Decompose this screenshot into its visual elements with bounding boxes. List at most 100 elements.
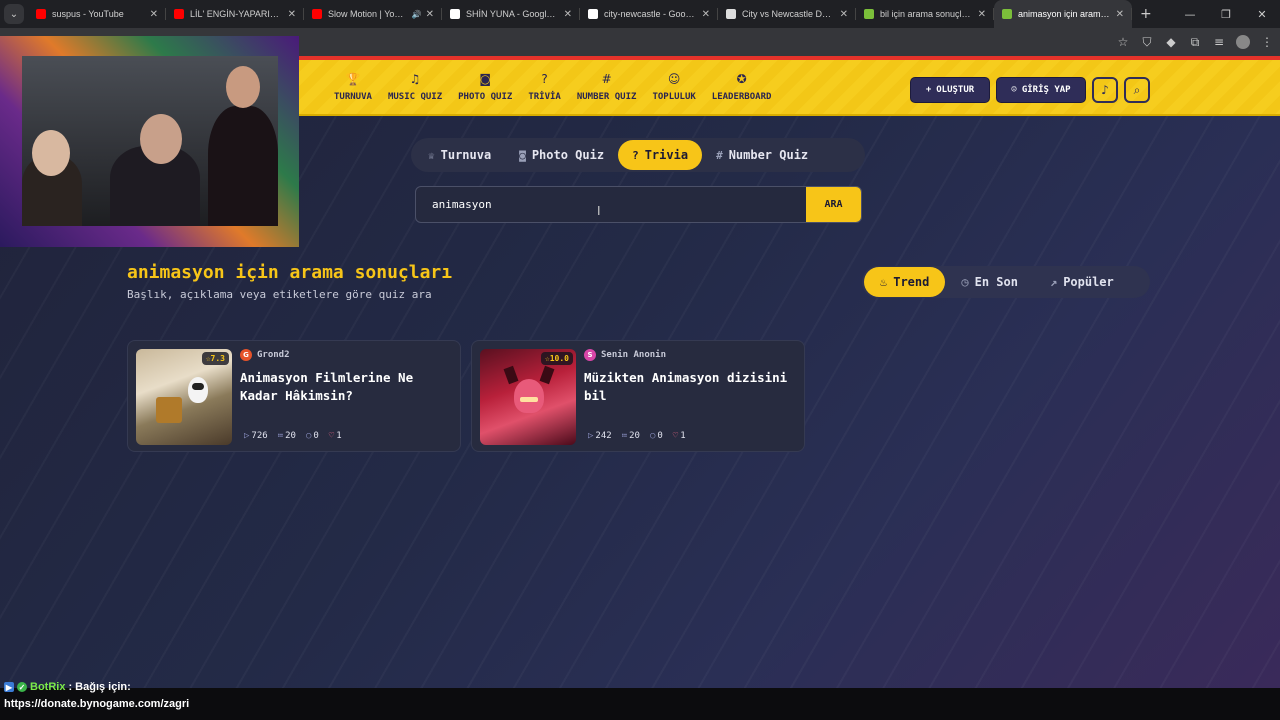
tab-number-quiz[interactable]: # Number Quiz <box>702 140 822 170</box>
tab-favicon-icon <box>312 9 322 19</box>
profile-avatar[interactable] <box>1236 35 1250 49</box>
login-button[interactable]: ☺ GİRİŞ YAP <box>996 77 1086 103</box>
tab-close-icon[interactable]: ✕ <box>1116 9 1124 20</box>
results-subtitle: Başlık, açıklama veya etiketlere göre qu… <box>127 288 432 301</box>
sort-tab-popüler[interactable]: ↗ Popüler <box>1034 267 1130 297</box>
author[interactable]: G Grond2 <box>240 349 290 361</box>
main-nav: 🏆 TURNUVA ♫ MUSIC QUIZ ◙ PHOTO QUIZ? TRİVİA # NU… <box>326 70 779 102</box>
author-name: Grond2 <box>257 350 290 360</box>
plays-count: 242 <box>595 431 612 441</box>
puzzle-extension-icon[interactable]: ⧉ <box>1188 35 1202 50</box>
quiz-title[interactable]: Animasyon Filmlerine Ne Kadar Hâkimsin? <box>240 369 450 405</box>
tab-title: Slow Motion | YouTub... <box>328 9 408 19</box>
browser-tab[interactable]: City vs Newcastle Değerle... ✕ <box>718 0 856 28</box>
tab-search-icon[interactable]: ⌄ <box>4 4 24 24</box>
clock-icon: ◷ <box>961 275 969 289</box>
search-form: ARA <box>415 186 862 223</box>
tab-favicon-icon <box>726 9 736 19</box>
bot-name: BotRix <box>30 681 66 693</box>
tab-turnuva[interactable]: ♕ Turnuva <box>414 140 505 170</box>
tab-trivia[interactable]: ? Trivia <box>618 140 703 170</box>
donate-url: https://donate.bynogame.com/zagri <box>4 698 190 710</box>
tab-favicon-icon <box>36 9 46 19</box>
quiz-thumbnail: ☆7.3 <box>136 349 232 445</box>
sort-tab-trend[interactable]: ♨ Trend <box>864 267 946 297</box>
nav-item-label: MUSIC QUIZ <box>387 92 443 102</box>
shield-extension-icon[interactable]: ⛉ <box>1140 35 1154 50</box>
nav-item-turnuva[interactable]: 🏆 TURNUVA <box>326 70 380 102</box>
nav-item-label: TRİVİA <box>528 92 561 102</box>
minimize-icon[interactable]: — <box>1172 8 1208 21</box>
bell-icon[interactable]: ♪ <box>1092 77 1118 103</box>
window-controls: — ❐ ✕ <box>1172 0 1280 28</box>
author[interactable]: S Senin Anonin <box>584 349 666 361</box>
plays-count: 726 <box>251 431 268 441</box>
browser-tab[interactable]: LİL' ENGİN-YAPARIM DE... ✕ <box>166 0 304 28</box>
maximize-icon[interactable]: ❐ <box>1208 8 1244 21</box>
tab-close-icon[interactable]: ✕ <box>702 9 710 20</box>
tab-label: Turnuva <box>440 148 492 162</box>
tab-close-icon[interactable]: ✕ <box>426 9 434 20</box>
new-tab-icon[interactable]: + <box>1140 6 1152 22</box>
quiz-card[interactable]: ☆7.3 G Grond2 Animasyon Filmlerine Ne Ka… <box>127 340 461 452</box>
tab-favicon-icon <box>1002 9 1012 19</box>
comment-icon: ○ <box>305 431 312 441</box>
nav-item-photo-quiz[interactable]: ◙ PHOTO QUIZ <box>450 70 520 102</box>
close-window-icon[interactable]: ✕ <box>1244 8 1280 21</box>
list-icon: ≔ <box>277 431 284 441</box>
search-input[interactable] <box>416 187 808 222</box>
comments-count: 0 <box>657 431 663 441</box>
search-button[interactable]: ARA <box>806 187 861 222</box>
comments-stat: ○ 0 <box>306 431 319 441</box>
nav-item-label: TOPLULUK <box>652 92 696 102</box>
browser-tab[interactable]: bil için arama sonuçları -... ✕ <box>856 0 994 28</box>
likes-stat: ♡ 1 <box>673 431 686 441</box>
plus-icon: + <box>925 85 932 95</box>
menu-dots-icon[interactable]: ⋮ <box>1260 35 1274 49</box>
browser-tab[interactable]: Slow Motion | YouTub... 🔊 ✕ <box>304 0 442 28</box>
nav-item-label: PHOTO QUIZ <box>458 92 513 102</box>
quiz-mode-tabs: ♕ Turnuva ◙ Photo Quiz? Trivia # Number Quiz <box>411 138 865 172</box>
tab-close-icon[interactable]: ✕ <box>150 9 158 20</box>
hash-icon: # <box>601 72 612 86</box>
tab-close-icon[interactable]: ✕ <box>978 9 986 20</box>
diamond-extension-icon[interactable]: ◆ <box>1164 35 1178 49</box>
create-button-label: OLUŞTUR <box>936 85 975 95</box>
browser-tab[interactable]: suspus - YouTube ✕ <box>28 0 166 28</box>
nav-item-tri̇vi̇a[interactable]: ? TRİVİA <box>520 70 569 102</box>
nav-item-topluluk[interactable]: ☺ TOPLULUK <box>644 70 703 102</box>
search-icon[interactable]: ⌕ <box>1124 77 1150 103</box>
author-avatar: S <box>584 349 596 361</box>
users-icon: ☺ <box>667 72 681 86</box>
trending-icon: ↗ <box>1049 275 1058 289</box>
media-control-icon[interactable]: ≡ <box>1212 35 1226 49</box>
browser-tab[interactable]: city-newcastle - Google'd... ✕ <box>580 0 718 28</box>
tab-title: City vs Newcastle Değerle... <box>742 9 836 19</box>
nav-item-music-quiz[interactable]: ♫ MUSIC QUIZ <box>380 70 450 102</box>
tab-label: Trivia <box>644 148 689 162</box>
bookmark-star-icon[interactable]: ☆ <box>1116 35 1130 49</box>
browser-tab[interactable]: SHİN YUNA - Google'da A... ✕ <box>442 0 580 28</box>
person-face <box>226 66 260 108</box>
quiz-stats: ▷ 242 ≔ 20 ○ 0 ♡ 1 <box>588 431 686 441</box>
person-face <box>140 114 182 164</box>
questions-count: 20 <box>285 431 296 441</box>
create-button[interactable]: + OLUŞTUR <box>910 77 990 103</box>
sort-tab-en-son[interactable]: ◷ En Son <box>945 267 1034 297</box>
quiz-card[interactable]: ☆10.0 S Senin Anonin Müzikten Animasyon … <box>471 340 805 452</box>
camera-icon: ◙ <box>519 148 526 162</box>
tab-photo-quiz[interactable]: ◙ Photo Quiz <box>505 140 618 170</box>
tab-close-icon[interactable]: ✕ <box>564 9 572 20</box>
audio-icon[interactable]: 🔊 <box>412 10 422 19</box>
nav-item-number-quiz[interactable]: # NUMBER QUIZ <box>569 70 645 102</box>
tab-close-icon[interactable]: ✕ <box>840 9 848 20</box>
quiz-title[interactable]: Müzikten Animasyon dizisini bil <box>584 369 794 405</box>
browser-tab[interactable]: animasyon için arama son... ✕ <box>994 0 1132 28</box>
browser-tab-bar: ⌄ suspus - YouTube✕LİL' ENGİN-YAPARIM DE… <box>0 0 1280 28</box>
tab-close-icon[interactable]: ✕ <box>288 9 296 20</box>
comments-count: 0 <box>313 431 319 441</box>
person-silhouette <box>208 106 278 226</box>
nav-item-leaderboard[interactable]: ✪ LEADERBOARD <box>704 70 780 102</box>
sort-tab-label: Trend <box>893 275 930 289</box>
toolbar-icons: ☆ ⛉ ◆ ⧉ ≡ ⋮ <box>1116 28 1274 56</box>
